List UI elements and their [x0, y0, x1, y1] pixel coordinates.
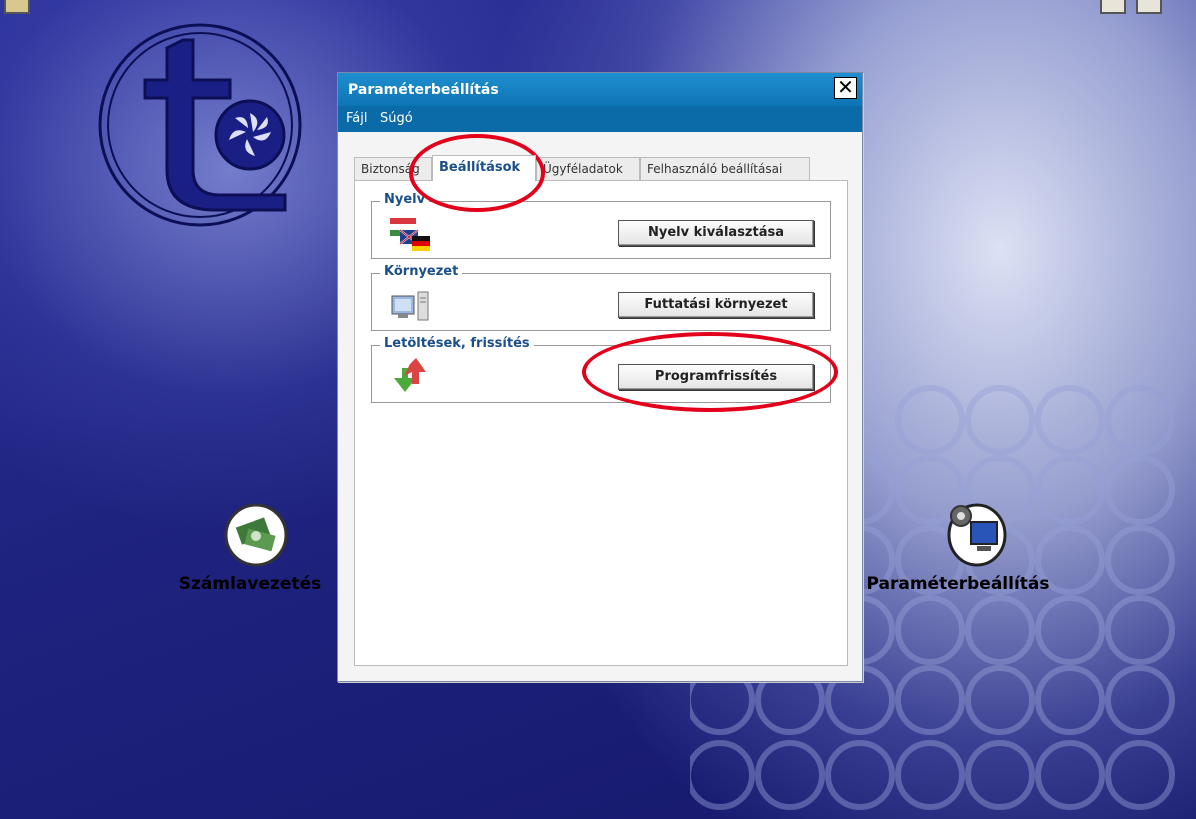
group-legend: Környezet: [380, 264, 463, 279]
tab-user-settings[interactable]: Felhasználó beállításai: [640, 157, 810, 180]
menubar: Fájl Súgó: [338, 106, 862, 132]
window-button-2[interactable]: [1136, 0, 1162, 14]
group-environment: Környezet Futtatási környezet: [371, 264, 831, 331]
back-button[interactable]: [4, 0, 30, 14]
tab-content-panel: Nyelv Nyelv kiválasztása Környezet Futta…: [354, 180, 848, 666]
group-language: Nyelv Nyelv kiválasztása: [371, 192, 831, 259]
settings-computer-icon: [947, 503, 1007, 567]
money-icon: [224, 503, 288, 567]
group-legend: Nyelv: [380, 192, 430, 207]
desktop-icon-accounts[interactable]: Számlavezetés: [165, 500, 335, 594]
group-legend: Letöltések, frissítés: [380, 336, 534, 351]
dialog-titlebar[interactable]: Paraméterbeállítás ✕: [338, 73, 862, 106]
menu-help[interactable]: Súgó: [380, 111, 413, 126]
select-language-button[interactable]: Nyelv kiválasztása: [618, 220, 814, 246]
menu-file[interactable]: Fájl: [346, 111, 367, 126]
computer-icon: [391, 291, 429, 321]
desktop-icon-parameters[interactable]: Paraméterbeállítás: [858, 500, 1058, 594]
tc-logo: [98, 23, 302, 227]
tab-settings[interactable]: Beállítások: [432, 155, 536, 181]
window-button-1[interactable]: [1100, 0, 1126, 14]
group-updates: Letöltések, frissítés Programfrissítés: [371, 336, 831, 403]
dialog-title: Paraméterbeállítás: [348, 82, 499, 98]
runtime-environment-button[interactable]: Futtatási környezet: [618, 292, 814, 318]
program-update-button[interactable]: Programfrissítés: [618, 364, 814, 390]
desktop-icon-label: Paraméterbeállítás: [866, 574, 1050, 594]
flags-icon: [390, 218, 430, 251]
tab-security[interactable]: Biztonság: [354, 157, 432, 180]
close-button[interactable]: ✕: [834, 77, 857, 99]
desktop-icon-label: Számlavezetés: [178, 574, 322, 594]
tab-client-data[interactable]: Ügyféladatok: [536, 157, 640, 180]
update-arrows-icon: [394, 358, 426, 392]
settings-dialog: Paraméterbeállítás ✕ Fájl Súgó Biztonság…: [337, 72, 863, 682]
